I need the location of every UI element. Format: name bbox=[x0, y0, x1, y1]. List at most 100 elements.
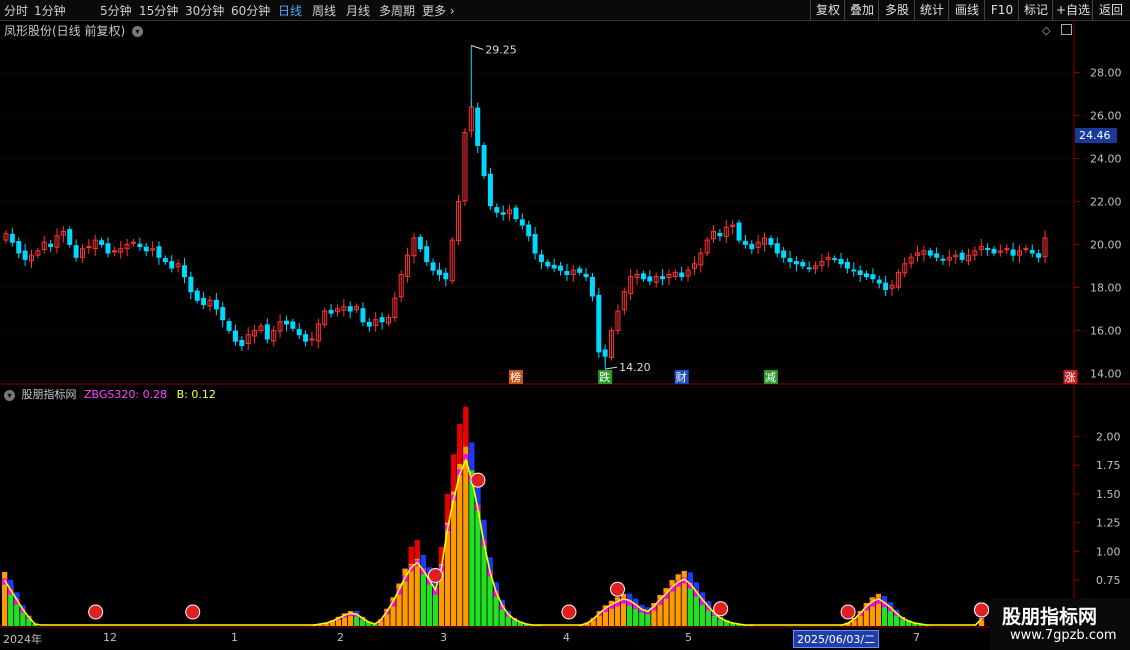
candle-body bbox=[857, 270, 863, 276]
x-tick-label-cursor: 2025/06/03/二 bbox=[793, 630, 880, 648]
candle-body bbox=[366, 321, 372, 327]
candle-body bbox=[73, 245, 79, 258]
candle-body bbox=[194, 290, 200, 301]
candle-body bbox=[48, 243, 54, 248]
indicator-bar-cap bbox=[457, 423, 463, 464]
candle-body bbox=[283, 320, 289, 325]
candle-body bbox=[985, 247, 991, 250]
candle-body bbox=[959, 252, 965, 260]
candle-body bbox=[99, 240, 105, 245]
signal-markers bbox=[88, 472, 990, 620]
candle-body bbox=[1023, 248, 1029, 251]
signal-marker bbox=[713, 601, 729, 617]
diamond-icon[interactable]: ◇ bbox=[1042, 24, 1050, 37]
candle-body bbox=[296, 329, 302, 336]
candle-body bbox=[647, 276, 653, 282]
chevron-down-icon[interactable]: ▾ bbox=[132, 26, 144, 37]
candle-body bbox=[201, 297, 207, 306]
chevron-down-icon[interactable]: ▾ bbox=[4, 389, 15, 401]
candle-body bbox=[417, 236, 423, 250]
candle-body bbox=[551, 264, 557, 269]
panel-toggle-icon[interactable] bbox=[1061, 24, 1072, 35]
main-panel-title: 凤形股份(日线 前复权) bbox=[4, 24, 126, 38]
candle-body bbox=[360, 308, 366, 323]
event-tag: 榜 bbox=[510, 370, 521, 384]
candle-body bbox=[806, 267, 812, 270]
y-tick-label: 14.00 bbox=[1090, 367, 1122, 380]
chart-canvas: 14.00 16.00 18.00 20.00 22.00 24.00 26.00 28.00… bbox=[0, 20, 1130, 628]
candle-body bbox=[239, 340, 245, 346]
candle-body bbox=[851, 269, 857, 272]
series2-label: B: 0.12 bbox=[176, 388, 216, 401]
candle-body bbox=[787, 258, 793, 263]
candle-body bbox=[1029, 250, 1035, 254]
candle-body bbox=[749, 243, 755, 250]
candle-body bbox=[526, 224, 532, 237]
candlestick-series bbox=[3, 45, 1048, 370]
candle-body bbox=[188, 276, 194, 293]
candle-body bbox=[844, 261, 850, 269]
indicator-bars bbox=[2, 406, 985, 626]
signal-marker bbox=[561, 604, 577, 620]
candle-body bbox=[494, 207, 500, 213]
candle-body bbox=[736, 222, 742, 241]
candle-body bbox=[303, 334, 309, 342]
axes: 14.00 16.00 18.00 20.00 22.00 24.00 26.00 28.00… bbox=[0, 20, 1130, 628]
candle-body bbox=[991, 248, 997, 254]
candle-body bbox=[870, 274, 876, 280]
event-tag: 减 bbox=[765, 371, 776, 384]
candle-body bbox=[768, 238, 774, 245]
candle-body bbox=[475, 107, 481, 146]
indicator-bar-cap bbox=[408, 546, 414, 564]
candle-body bbox=[742, 240, 748, 245]
b-series-line bbox=[3, 457, 983, 626]
candle-body bbox=[1010, 249, 1016, 256]
candle-body bbox=[519, 219, 525, 226]
series1-label: ZBGS320: 0.28 bbox=[84, 388, 168, 401]
candle-body bbox=[424, 246, 430, 263]
candle-body bbox=[487, 173, 493, 207]
x-tick-label: 1 bbox=[231, 631, 238, 644]
indicator-bar-cap bbox=[451, 454, 457, 492]
signal-marker bbox=[609, 581, 625, 597]
x-tick-label: 4 bbox=[563, 631, 570, 644]
candle-body bbox=[309, 338, 315, 341]
candle-body bbox=[156, 246, 162, 258]
signal-marker bbox=[974, 602, 990, 618]
grid-lines bbox=[2, 71, 1074, 374]
candle-body bbox=[232, 330, 238, 342]
signal-marker bbox=[427, 567, 443, 583]
candle-body bbox=[660, 276, 666, 280]
candle-body bbox=[538, 254, 544, 263]
candle-body bbox=[800, 261, 806, 267]
y-tick-label: 2.00 bbox=[1096, 430, 1121, 443]
event-tag: 财 bbox=[676, 370, 687, 384]
candle-body bbox=[290, 321, 296, 329]
y-tick-label: 22.00 bbox=[1090, 195, 1122, 208]
y-tick-label: 28.00 bbox=[1090, 66, 1122, 79]
candle-body bbox=[564, 270, 570, 275]
candle-body bbox=[430, 262, 436, 271]
indicator-title-row: ▾ 股朋指标网 ZBGS320: 0.28 B: 0.12 bbox=[4, 386, 216, 402]
y-tick-label: 20.00 bbox=[1090, 238, 1122, 251]
event-tag: 涨 bbox=[1064, 371, 1075, 384]
candle-body bbox=[774, 243, 780, 254]
candle-body bbox=[436, 269, 442, 276]
indicator-bar-cap bbox=[463, 406, 469, 447]
indicator-name: 股朋指标网 bbox=[21, 388, 77, 401]
candle-body bbox=[130, 241, 136, 244]
x-tick-label: 3 bbox=[440, 631, 447, 644]
candle-body bbox=[105, 243, 111, 254]
y-tick-label: 18.00 bbox=[1090, 281, 1122, 294]
candle-body bbox=[169, 261, 175, 269]
watermark-title: 股朋指标网 bbox=[1002, 606, 1098, 628]
candle-body bbox=[111, 250, 117, 253]
candle-body bbox=[832, 258, 838, 261]
event-tag: 跌 bbox=[599, 370, 610, 384]
candle-body bbox=[532, 234, 538, 254]
candle-body bbox=[137, 243, 143, 248]
candle-body bbox=[347, 306, 353, 312]
candle-body bbox=[67, 229, 73, 245]
y-tick-label: 1.25 bbox=[1096, 517, 1121, 530]
candle-body bbox=[143, 246, 149, 252]
